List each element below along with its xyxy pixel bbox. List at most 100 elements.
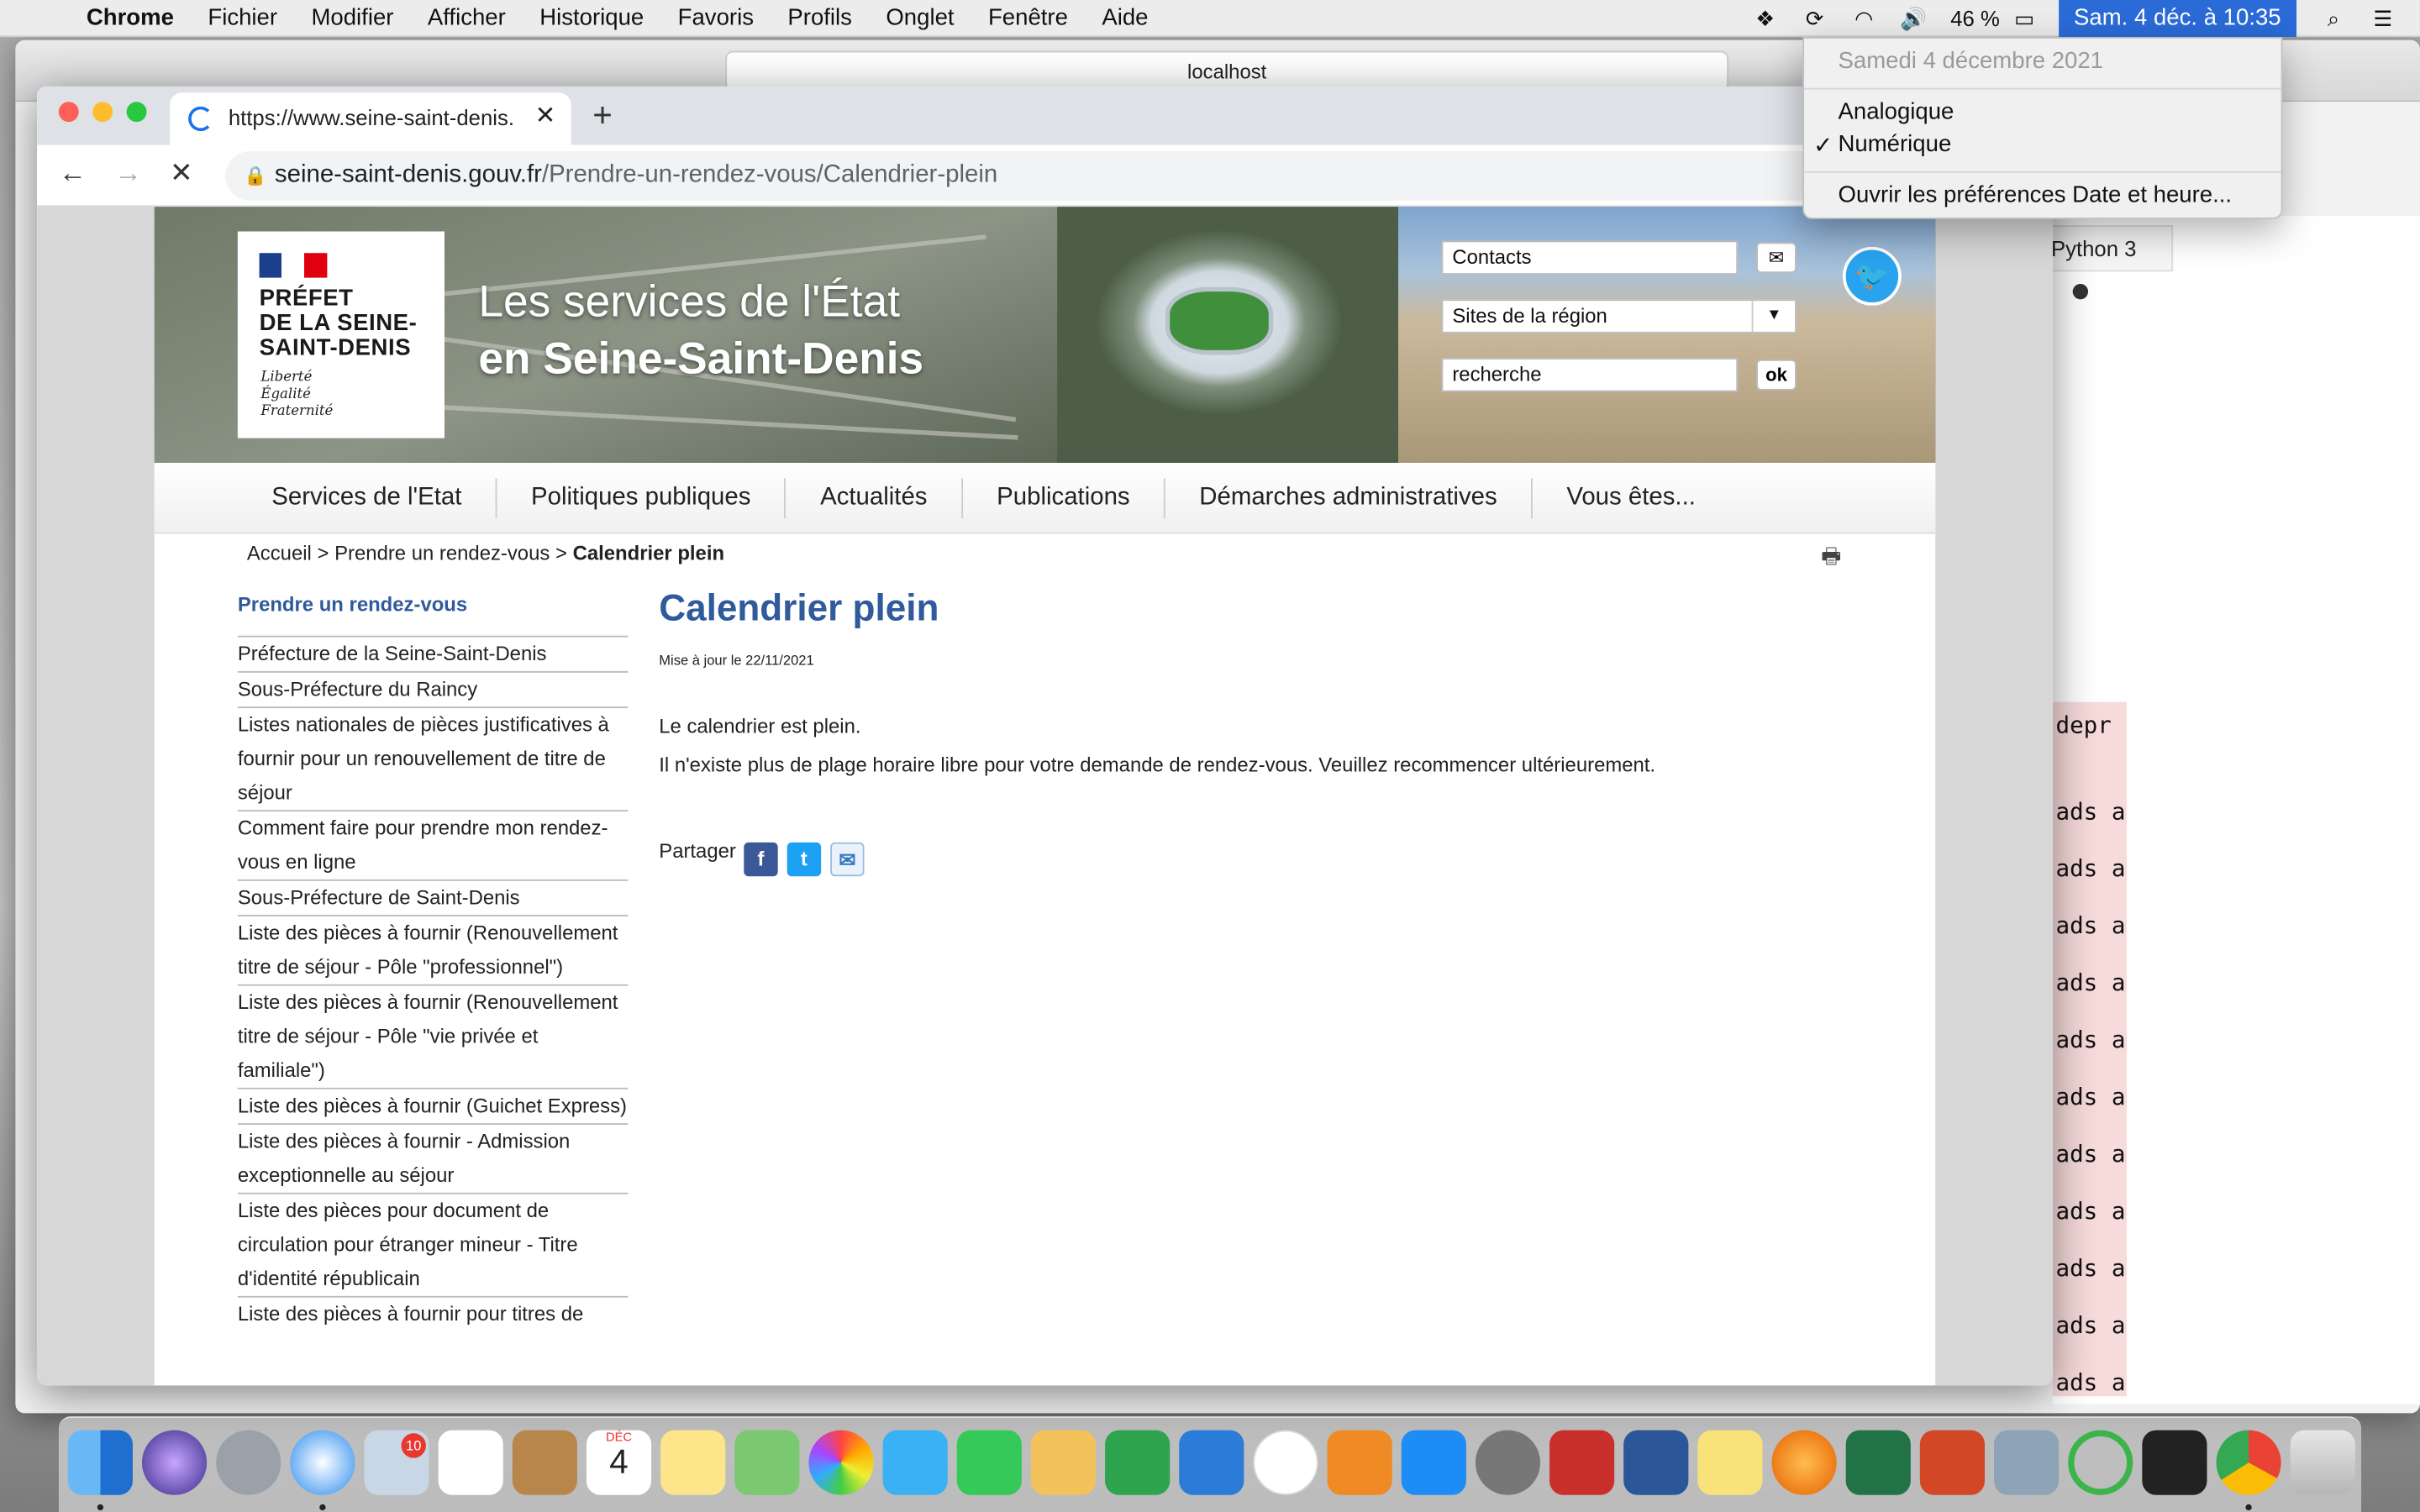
pages-icon[interactable] (1030, 1430, 1097, 1495)
excel-icon[interactable] (1845, 1430, 1911, 1495)
reminders-icon[interactable] (438, 1430, 503, 1495)
sites-region-select[interactable]: Sites de la région ▼ (1441, 299, 1797, 333)
music-icon[interactable] (1253, 1430, 1318, 1495)
search-ok-button[interactable]: ok (1756, 359, 1797, 391)
chrome-window: https://www.seine-saint-denis. ✕ + ← → ✕… (37, 86, 2053, 1386)
nav-vous-etes[interactable]: Vous êtes... (1533, 477, 1729, 517)
terminal-icon[interactable] (2142, 1430, 2207, 1495)
sidebar-item[interactable]: Liste des pièces à fournir (Guichet Expr… (237, 1087, 629, 1123)
nav-services-etat[interactable]: Services de l'Etat (238, 477, 497, 518)
app-store-icon[interactable] (1401, 1430, 1466, 1495)
print-icon[interactable]: 🖶 (1821, 540, 1841, 577)
menu-historique[interactable]: Historique (539, 5, 644, 31)
spotlight-search-icon[interactable]: ⌕ (2318, 5, 2349, 31)
books-icon[interactable] (1327, 1430, 1392, 1495)
breadcrumb-home[interactable]: Accueil (247, 542, 312, 565)
dropbox-icon[interactable]: ❖ (1749, 5, 1781, 31)
menu-modifier[interactable]: Modifier (311, 5, 393, 31)
code-line: ads a (2055, 1140, 2126, 1168)
sidebar-item[interactable]: Liste des pièces à fournir - Admission e… (237, 1123, 629, 1193)
notes-icon[interactable] (660, 1430, 726, 1495)
sidebar-item[interactable]: Liste des pièces à fournir (Renouvelleme… (237, 915, 629, 984)
menu-fenetre[interactable]: Fenêtre (988, 5, 1068, 31)
sidebar-item[interactable]: Sous-Préfecture du Raincy (237, 670, 629, 706)
envelope-icon[interactable]: ✉ (1756, 242, 1797, 274)
word-icon[interactable] (1623, 1430, 1689, 1495)
back-arrow-icon[interactable]: ← (59, 157, 87, 190)
chrome-icon[interactable] (2216, 1430, 2281, 1495)
prefet-logo[interactable]: PRÉFET DE LA SEINE- SAINT-DENIS Liberté Éga… (237, 231, 445, 438)
sidebar-item[interactable]: Comment faire pour prendre mon rendez-vo… (237, 810, 629, 879)
photos-icon[interactable] (808, 1430, 874, 1495)
siri-icon[interactable] (141, 1430, 208, 1495)
wifi-icon[interactable]: ◠ (1849, 5, 1880, 31)
facetime-icon[interactable] (956, 1430, 1022, 1495)
sidebar-item[interactable]: Listes nationales de pièces justificativ… (237, 706, 629, 810)
activity-icon[interactable] (2068, 1430, 2133, 1495)
launchpad-icon[interactable] (216, 1430, 281, 1495)
email-share-icon[interactable]: ✉ (830, 842, 865, 877)
nav-actualites[interactable]: Actualités (786, 477, 963, 518)
keynote-icon[interactable] (1179, 1430, 1244, 1495)
battery-percent[interactable]: 46 % (1950, 6, 2000, 30)
stop-loading-icon[interactable]: ✕ (170, 157, 193, 190)
address-bar[interactable]: 🔒 seine-saint-denis.gouv.fr/Prendre-un-r… (225, 150, 2053, 201)
sync-icon[interactable]: ⟳ (1799, 5, 1830, 31)
menu-onglet[interactable]: Onglet (886, 5, 954, 31)
battery-icon[interactable]: ▭ (2009, 5, 2040, 31)
breadcrumb-parent[interactable]: Prendre un rendez-vous (334, 542, 550, 565)
volume-icon[interactable]: 🔊 (1898, 5, 1929, 31)
nav-politiques-publiques[interactable]: Politiques publiques (497, 477, 786, 518)
notification-center-icon[interactable]: ☰ (2367, 5, 2398, 31)
menu-aide[interactable]: Aide (1102, 5, 1148, 31)
sidebar-item[interactable]: Liste des pièces à fournir (Renouvelleme… (237, 984, 629, 1088)
safari-url-field[interactable]: localhost (725, 50, 1729, 92)
safari-icon[interactable] (290, 1430, 355, 1495)
menu-profils[interactable]: Profils (787, 5, 852, 31)
new-tab-icon[interactable]: + (592, 96, 613, 136)
calendar-icon[interactable]: DÉC 4 (586, 1430, 652, 1495)
menu-app-chrome[interactable]: Chrome (87, 5, 174, 31)
menu-item-date-preferences[interactable]: Ouvrir les préférences Date et heure... (1839, 182, 2233, 208)
twitter-share-icon[interactable]: t (786, 842, 822, 877)
stickies-icon[interactable] (1697, 1430, 1763, 1495)
sidebar-item[interactable]: Sous-Préfecture de Saint-Denis (237, 879, 629, 915)
powerpoint-icon[interactable] (1919, 1430, 1985, 1495)
minimize-window-icon[interactable] (92, 102, 113, 123)
twitter-icon[interactable]: 🐦 (1843, 246, 1902, 306)
menu-fichier[interactable]: Fichier (208, 5, 277, 31)
zoom-window-icon[interactable] (126, 102, 147, 123)
sidebar-item[interactable]: Liste des pièces à fournir pour titres d… (237, 1295, 629, 1331)
finder-icon[interactable] (67, 1430, 133, 1495)
forward-arrow-icon[interactable]: → (114, 157, 142, 190)
sidebar-item[interactable]: Préfecture de la Seine-Saint-Denis (237, 635, 629, 671)
sidebar-title[interactable]: Prendre un rendez-vous (238, 592, 629, 635)
contacts-link[interactable]: Contacts (1441, 240, 1739, 275)
facebook-icon[interactable]: f (744, 842, 778, 877)
sidebar-item[interactable]: Liste des pièces pour document de circul… (237, 1192, 629, 1296)
numbers-icon[interactable] (1105, 1430, 1171, 1495)
nav-publications[interactable]: Publications (963, 477, 1165, 518)
zotero-icon[interactable] (1549, 1430, 1615, 1495)
firefox-icon[interactable] (1771, 1430, 1837, 1495)
nav-demarches[interactable]: Démarches administratives (1165, 477, 1533, 518)
menubar-clock[interactable]: Sam. 4 déc. à 10:35 (2058, 0, 2297, 38)
close-tab-icon[interactable]: ✕ (535, 92, 556, 142)
menu-item-analogique[interactable]: Analogique (1839, 99, 1954, 125)
code-output: depr ads a ads a ads a ads a ads a ads a ads a a… (2052, 701, 2127, 1397)
trash-icon[interactable] (2290, 1430, 2355, 1495)
contacts-app-icon[interactable] (512, 1430, 577, 1495)
maps-icon[interactable] (734, 1430, 800, 1495)
menu-favoris[interactable]: Favoris (678, 5, 754, 31)
system-preferences-icon[interactable] (1475, 1430, 1541, 1495)
menu-item-numerique[interactable]: Numérique (1839, 131, 1952, 157)
menubar-status-area: ❖ ⟳ ◠ 🔊 46 % ▭ Sam. 4 déc. à 10:35 ⌕ ☰ (1740, 0, 2419, 38)
browser-tab[interactable]: https://www.seine-saint-denis. ✕ (170, 92, 571, 145)
code-line: ads a (2055, 1368, 2126, 1397)
close-window-icon[interactable] (58, 102, 79, 123)
site-title[interactable]: Les services de l'État en Seine-Saint-De… (478, 275, 923, 389)
preview-icon[interactable] (1994, 1430, 2060, 1495)
search-input[interactable]: recherche (1441, 358, 1739, 392)
menu-afficher[interactable]: Afficher (428, 5, 506, 31)
messages-icon[interactable] (882, 1430, 948, 1495)
